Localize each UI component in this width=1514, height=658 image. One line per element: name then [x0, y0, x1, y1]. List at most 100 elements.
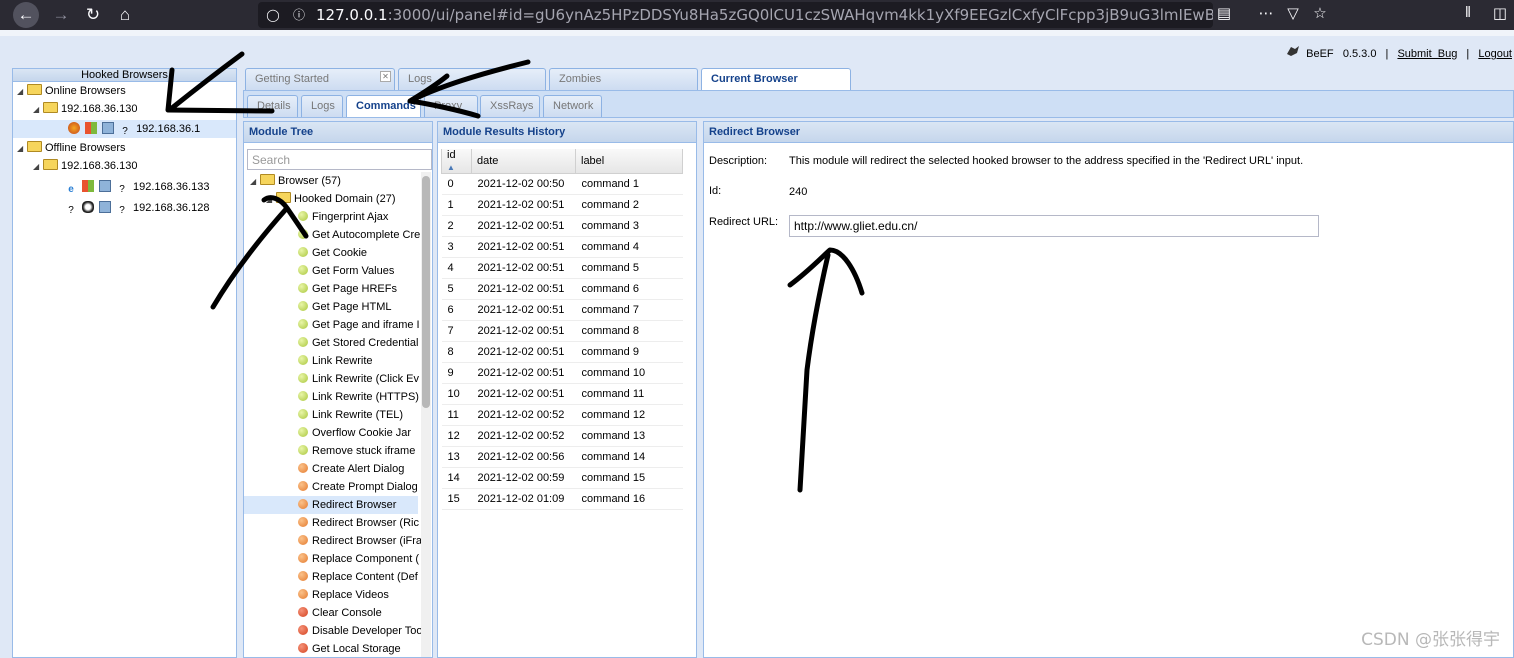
module-root-node[interactable]: ◢ Browser (57)	[250, 172, 341, 190]
tab-current-browser[interactable]: Current Browser	[701, 68, 851, 90]
module-item[interactable]: Replace Content (Def	[244, 568, 418, 586]
module-item[interactable]: Create Alert Dialog	[244, 460, 418, 478]
search-input[interactable]: Search	[247, 149, 432, 170]
module-status-icon	[298, 463, 308, 473]
reader-view-icon[interactable]: ▤	[1214, 4, 1234, 22]
table-cell: command 16	[575, 488, 683, 510]
tab-sub-logs[interactable]: Logs	[301, 95, 343, 117]
module-item[interactable]: Get Form Values	[244, 262, 418, 280]
online-group-node[interactable]: ◢ 192.168.36.130	[33, 100, 137, 118]
sidebar-icon[interactable]: ◫	[1490, 4, 1510, 22]
online-browsers-node[interactable]: ◢ Online Browsers	[17, 82, 126, 100]
module-item[interactable]: Replace Component (	[244, 550, 420, 568]
module-status-icon	[298, 571, 308, 581]
table-cell: 15	[441, 488, 472, 510]
column-header-label[interactable]: label	[575, 149, 683, 174]
module-item[interactable]: Link Rewrite (TEL)	[244, 406, 418, 424]
module-item[interactable]: Get Autocomplete Cre	[244, 226, 420, 244]
bookmark-star-icon[interactable]: ☆	[1310, 4, 1330, 22]
module-item[interactable]: Link Rewrite (Click Ev	[244, 370, 419, 388]
computer-icon	[99, 180, 111, 192]
module-item[interactable]: Create Prompt Dialog	[244, 478, 418, 496]
shield-icon[interactable]: ◯	[266, 7, 280, 23]
module-item[interactable]: Redirect Browser (Ric	[244, 514, 419, 532]
module-item[interactable]: Remove stuck iframe	[244, 442, 418, 460]
unknown-icon: ?	[122, 126, 128, 137]
module-tree-scrollbar[interactable]	[421, 172, 431, 657]
table-row[interactable]: 15 2021-12-02 01:09 command 16	[441, 488, 683, 510]
table-row[interactable]: 3 2021-12-02 00:51 command 4	[441, 236, 683, 258]
expand-triangle-icon[interactable]: ◢	[33, 101, 43, 119]
close-icon[interactable]: ✕	[380, 71, 391, 82]
redirect-url-input[interactable]: http://www.gliet.edu.cn/	[789, 215, 1319, 237]
module-item[interactable]: Link Rewrite	[244, 352, 418, 370]
logout-link[interactable]: Logout	[1478, 48, 1512, 60]
module-item[interactable]: Get Stored Credential	[244, 334, 418, 352]
module-tree-title: Module Tree	[244, 122, 432, 143]
table-row[interactable]: 0 2021-12-02 00:50 command 1	[441, 173, 683, 195]
tab-getting-started[interactable]: Getting Started ✕	[245, 68, 395, 90]
scrollbar-thumb[interactable]	[422, 176, 430, 408]
tab-zombies[interactable]: Zombies	[549, 68, 698, 90]
unknown-icon: ?	[68, 205, 74, 216]
table-row[interactable]: 12 2021-12-02 00:52 command 13	[441, 425, 683, 447]
reload-icon[interactable]: ↻	[80, 3, 106, 27]
table-row[interactable]: 9 2021-12-02 00:51 command 10	[441, 362, 683, 384]
info-icon[interactable]: ⓘ	[292, 7, 306, 23]
hooked-browser-row[interactable]: ? 192.168.36.1	[13, 120, 236, 138]
table-row[interactable]: 4 2021-12-02 00:51 command 5	[441, 257, 683, 279]
table-row[interactable]: 14 2021-12-02 00:59 command 15	[441, 467, 683, 489]
module-item[interactable]: Replace Videos	[244, 586, 418, 604]
table-row[interactable]: 5 2021-12-02 00:51 command 6	[441, 278, 683, 300]
table-row[interactable]: 13 2021-12-02 00:56 command 14	[441, 446, 683, 468]
column-header-id[interactable]: id ▲	[441, 149, 472, 174]
submit-bug-link[interactable]: Submit Bug	[1397, 48, 1457, 60]
pocket-icon[interactable]: ▽	[1283, 4, 1303, 22]
module-item[interactable]: Get Local Storage	[244, 640, 418, 657]
offline-browsers-node[interactable]: ◢ Offline Browsers	[17, 139, 126, 157]
column-header-date[interactable]: date	[471, 149, 576, 174]
module-item-label: Replace Component (	[312, 553, 420, 565]
tab-proxy[interactable]: Proxy	[424, 95, 478, 117]
table-row[interactable]: 1 2021-12-02 00:51 command 2	[441, 194, 683, 216]
table-row[interactable]: 11 2021-12-02 00:52 command 12	[441, 404, 683, 426]
table-cell: 2021-12-02 00:51	[471, 362, 576, 384]
tab-xssrays[interactable]: XssRays	[480, 95, 540, 117]
table-row[interactable]: 2 2021-12-02 00:51 command 3	[441, 215, 683, 237]
module-item[interactable]: Clear Console	[244, 604, 418, 622]
table-row[interactable]: 6 2021-12-02 00:51 command 7	[441, 299, 683, 321]
expand-triangle-icon[interactable]: ◢	[266, 191, 276, 209]
module-item[interactable]: Link Rewrite (HTTPS)	[244, 388, 419, 406]
home-icon[interactable]: ⌂	[112, 3, 138, 27]
expand-triangle-icon[interactable]: ◢	[17, 140, 27, 158]
module-item[interactable]: Fingerprint Ajax	[244, 208, 418, 226]
tab-logs[interactable]: Logs	[398, 68, 546, 90]
module-item[interactable]: Overflow Cookie Jar	[244, 424, 418, 442]
table-row[interactable]: 10 2021-12-02 00:51 command 11	[441, 383, 683, 405]
module-item[interactable]: Get Page HTML	[244, 298, 418, 316]
table-row[interactable]: 7 2021-12-02 00:51 command 8	[441, 320, 683, 342]
more-dots-icon[interactable]: ⋯	[1256, 4, 1276, 22]
module-item[interactable]: Redirect Browser (iFra	[244, 532, 422, 550]
expand-triangle-icon[interactable]: ◢	[33, 158, 43, 176]
expand-triangle-icon[interactable]: ◢	[250, 173, 260, 191]
module-item[interactable]: Get Page HREFs	[244, 280, 418, 298]
module-status-icon	[298, 337, 308, 347]
tab-details[interactable]: Details	[247, 95, 298, 117]
module-item[interactable]: Get Cookie	[244, 244, 418, 262]
address-bar[interactable]: ◯ ⓘ 127.0.0.1:3000/ui/panel#id=gU6ynAz5H…	[258, 2, 1213, 28]
module-item[interactable]: Redirect Browser	[244, 496, 418, 514]
module-item[interactable]: Disable Developer Too	[244, 622, 422, 640]
offline-group-node[interactable]: ◢ 192.168.36.130	[33, 157, 137, 175]
hooked-browser-row[interactable]: e? 192.168.36.133	[65, 178, 209, 196]
back-arrow-icon[interactable]: ←	[13, 2, 39, 28]
tab-commands[interactable]: Commands	[346, 95, 421, 117]
library-icon[interactable]: ‖	[1458, 4, 1478, 21]
module-folder-node[interactable]: ◢ Hooked Domain (27)	[266, 190, 396, 208]
table-row[interactable]: 8 2021-12-02 00:51 command 9	[441, 341, 683, 363]
hooked-browser-row[interactable]: ?? 192.168.36.128	[65, 199, 209, 217]
forward-arrow-icon[interactable]: →	[48, 3, 74, 27]
module-item[interactable]: Get Page and iframe I	[244, 316, 420, 334]
expand-triangle-icon[interactable]: ◢	[17, 83, 27, 101]
tab-network[interactable]: Network	[543, 95, 602, 117]
